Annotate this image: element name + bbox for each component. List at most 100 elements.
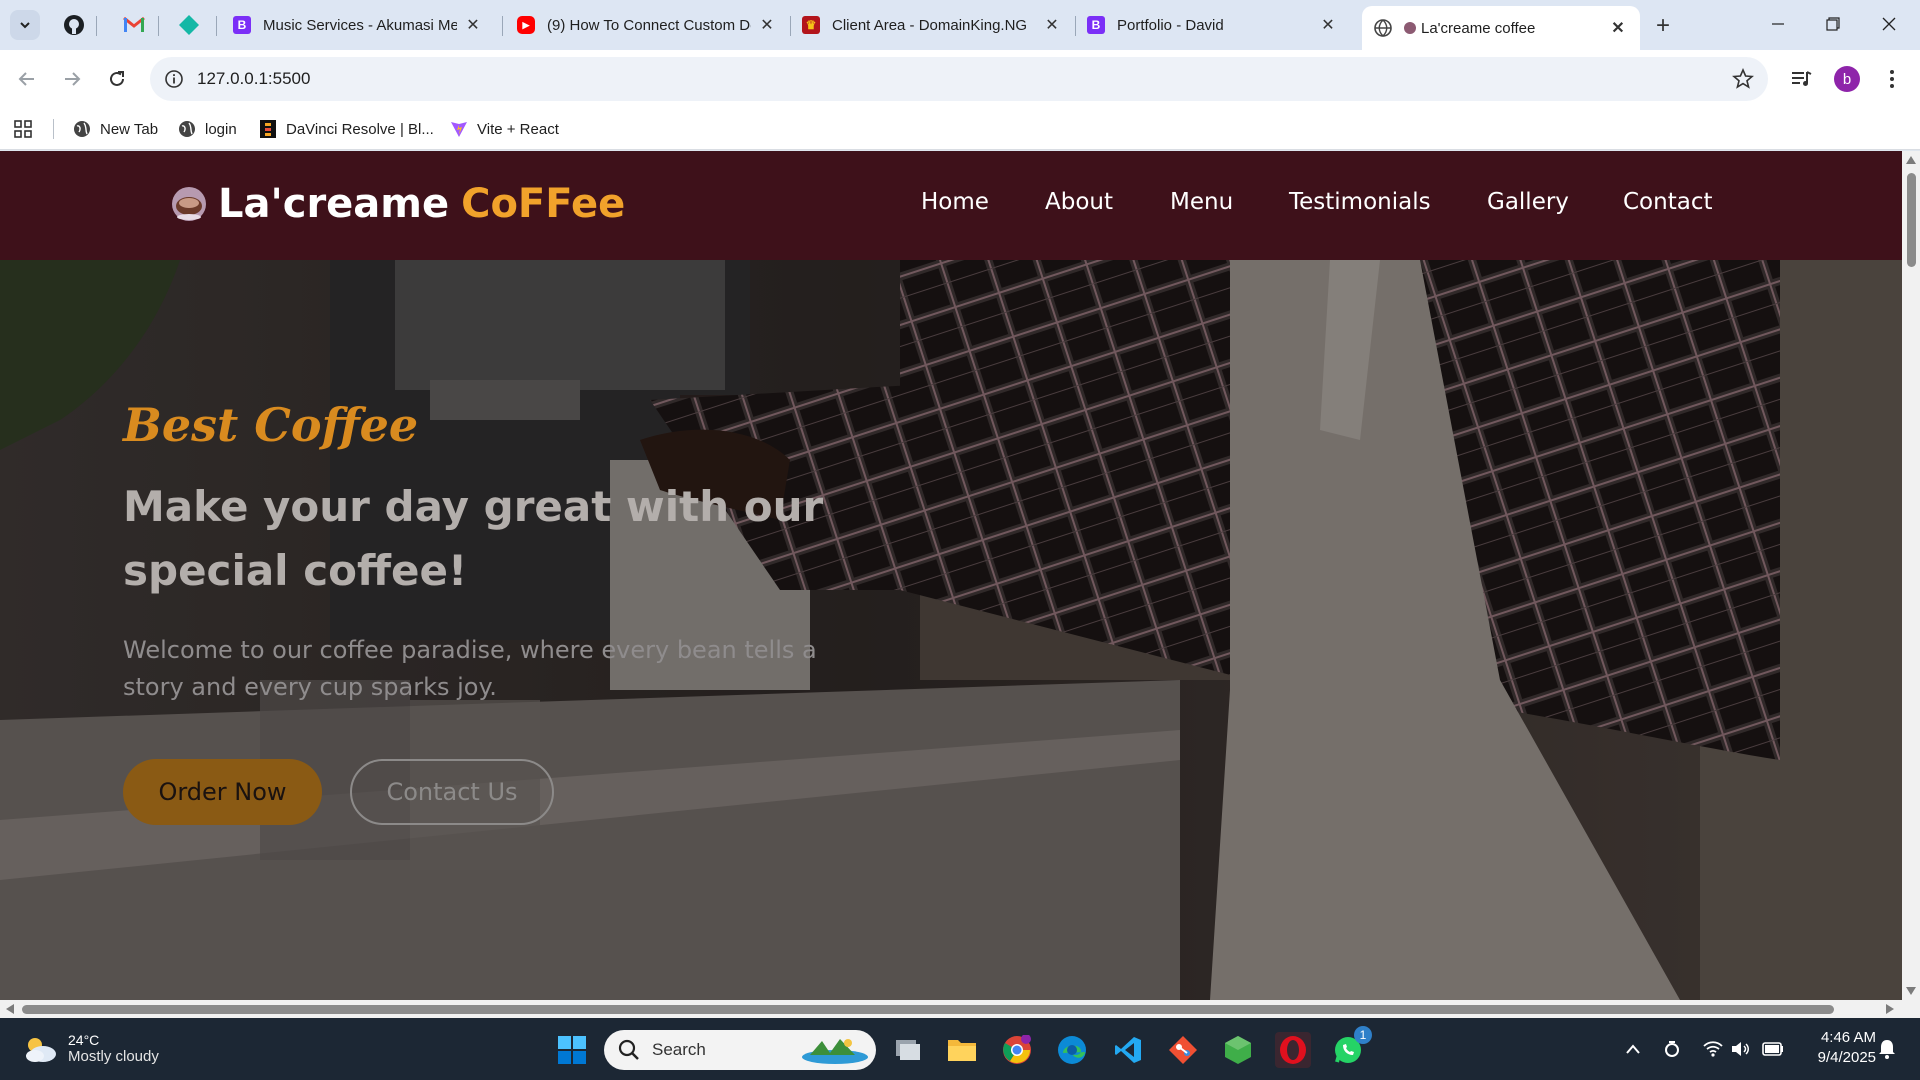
address-bar[interactable]: 127.0.0.1:5500	[150, 57, 1768, 101]
brand-name: La'creame	[218, 181, 450, 227]
hero-tagline: Best Coffee	[123, 398, 419, 452]
nav-testimonials[interactable]: Testimonials	[1289, 189, 1431, 215]
site-logo[interactable]: La'creame CoFFee	[170, 181, 625, 227]
start-button[interactable]	[554, 1032, 590, 1068]
vscode-icon	[1115, 1037, 1141, 1063]
profile-button[interactable]: b	[1831, 63, 1863, 95]
contact-us-button[interactable]: Contact Us	[350, 759, 554, 825]
scroll-up-arrow-icon[interactable]	[1906, 156, 1916, 164]
more-vertical-icon	[1890, 70, 1894, 88]
tab-youtube-video[interactable]: ▶ (9) How To Connect Custom Domain ✕	[505, 6, 789, 44]
taskbar-node[interactable]	[1220, 1032, 1256, 1068]
apps-button[interactable]	[14, 108, 32, 150]
browser-menu-button[interactable]	[1876, 63, 1908, 95]
avatar: b	[1834, 66, 1860, 92]
nav-gallery[interactable]: Gallery	[1487, 189, 1569, 215]
search-icon	[618, 1039, 639, 1060]
close-window-button[interactable]	[1862, 6, 1916, 42]
vertical-scrollbar[interactable]	[1902, 151, 1920, 1000]
nav-contact[interactable]: Contact	[1623, 189, 1712, 215]
nav-menu[interactable]: Menu	[1170, 189, 1233, 215]
taskbar-vscode[interactable]	[1110, 1032, 1146, 1068]
scroll-thumb[interactable]	[1907, 173, 1916, 267]
vite-icon	[450, 120, 468, 138]
search-placeholder: Search	[652, 1040, 706, 1059]
close-icon[interactable]: ✕	[757, 15, 777, 35]
notifications-button[interactable]	[1876, 1038, 1898, 1060]
tray-app-button[interactable]	[1661, 1038, 1683, 1060]
volume-button[interactable]	[1730, 1038, 1752, 1060]
restore-button[interactable]	[1806, 6, 1860, 42]
site-header: La'creame CoFFee Home About Menu Testimo…	[0, 151, 1902, 260]
bookmark-new-tab[interactable]: New Tab	[73, 108, 158, 150]
nav-about[interactable]: About	[1045, 189, 1113, 215]
taskbar-whatsapp[interactable]: 1	[1330, 1026, 1372, 1068]
nav-home[interactable]: Home	[921, 189, 989, 215]
restore-icon	[1826, 17, 1840, 31]
plus-icon: +	[1655, 12, 1670, 39]
taskbar-opera[interactable]	[1275, 1032, 1311, 1068]
bookmark-davinci[interactable]: DaVinci Resolve | Bl...	[259, 108, 434, 150]
bookmark-star-icon[interactable]	[1732, 67, 1754, 90]
battery-icon	[1762, 1042, 1783, 1056]
hero-section: Best Coffee Make your day great with our…	[0, 260, 1902, 1000]
taskbar-edge[interactable]	[1054, 1032, 1090, 1068]
taskbar-chrome[interactable]	[999, 1032, 1035, 1068]
scroll-thumb[interactable]	[22, 1005, 1834, 1014]
tab-title: (9) How To Connect Custom Domain	[547, 16, 751, 34]
horizontal-scrollbar[interactable]	[0, 1000, 1920, 1018]
scroll-right-arrow-icon[interactable]	[1886, 1004, 1894, 1014]
youtube-icon: ▶	[517, 16, 535, 34]
tab-music-services[interactable]: B Music Services - Akumasi Media ✕	[221, 6, 495, 44]
new-tab-button[interactable]: +	[1649, 12, 1677, 40]
close-icon[interactable]: ✕	[1042, 15, 1062, 35]
tab-separator	[502, 16, 503, 36]
bookmark-label: DaVinci Resolve | Bl...	[286, 120, 434, 138]
diamond-app-icon	[179, 15, 199, 35]
tab-search-button[interactable]	[10, 10, 40, 40]
tab-separator	[96, 16, 97, 36]
tab-domainking[interactable]: ♛ Client Area - DomainKing.NG ✕	[790, 6, 1074, 44]
taskbar-git[interactable]	[1165, 1032, 1201, 1068]
back-button[interactable]	[11, 63, 43, 95]
taskbar-task-view[interactable]	[890, 1032, 926, 1068]
close-icon[interactable]: ✕	[463, 15, 483, 35]
davinci-resolve-icon	[259, 120, 277, 138]
globe-icon	[1374, 19, 1392, 37]
scroll-down-arrow-icon[interactable]	[1906, 987, 1916, 995]
apps-grid-icon	[14, 120, 32, 138]
tab-portfolio[interactable]: B Portfolio - David ✕	[1075, 6, 1350, 44]
bookmark-login[interactable]: login	[178, 108, 237, 150]
forward-button[interactable]	[56, 63, 88, 95]
battery-button[interactable]	[1762, 1038, 1784, 1060]
chrome-icon	[1003, 1035, 1031, 1064]
bookmark-label: New Tab	[100, 120, 159, 138]
wifi-button[interactable]	[1702, 1038, 1724, 1060]
tab-separator	[216, 16, 217, 36]
weather-widget[interactable]: 24°C Mostly cloudy	[22, 1032, 159, 1065]
order-now-button[interactable]: Order Now	[123, 759, 322, 825]
site-info-icon[interactable]	[164, 69, 184, 89]
weather-temp: 24°C	[68, 1032, 100, 1048]
wifi-icon	[1703, 1041, 1723, 1057]
bootstrap-favicon-icon: B	[1087, 16, 1105, 34]
tray-overflow-button[interactable]	[1622, 1038, 1644, 1060]
taskbar-search[interactable]: Search	[604, 1030, 876, 1070]
pinned-tab-gmail[interactable]	[121, 12, 147, 38]
minimize-button[interactable]	[1751, 6, 1805, 42]
tab-lacreame-coffee[interactable]: La'creame coffee ✕	[1362, 6, 1640, 50]
scroll-left-arrow-icon[interactable]	[6, 1004, 14, 1014]
media-controls-button[interactable]	[1786, 63, 1818, 95]
tab-strip: B Music Services - Akumasi Media ✕ ▶ (9)…	[0, 0, 1920, 50]
close-icon[interactable]: ✕	[1318, 15, 1338, 35]
taskbar-file-explorer[interactable]	[944, 1032, 980, 1068]
system-clock[interactable]: 4:46 AM 9/4/2025	[1800, 1028, 1876, 1068]
reload-button[interactable]	[101, 63, 133, 95]
pinned-tab-github[interactable]	[61, 12, 87, 38]
close-icon[interactable]: ✕	[1608, 18, 1628, 38]
globe-icon	[73, 120, 91, 138]
weather-desc: Mostly cloudy	[68, 1048, 159, 1065]
pinned-tab-app[interactable]	[176, 12, 202, 38]
sync-icon	[1665, 1041, 1679, 1057]
bookmark-vite-react[interactable]: Vite + React	[450, 108, 559, 150]
